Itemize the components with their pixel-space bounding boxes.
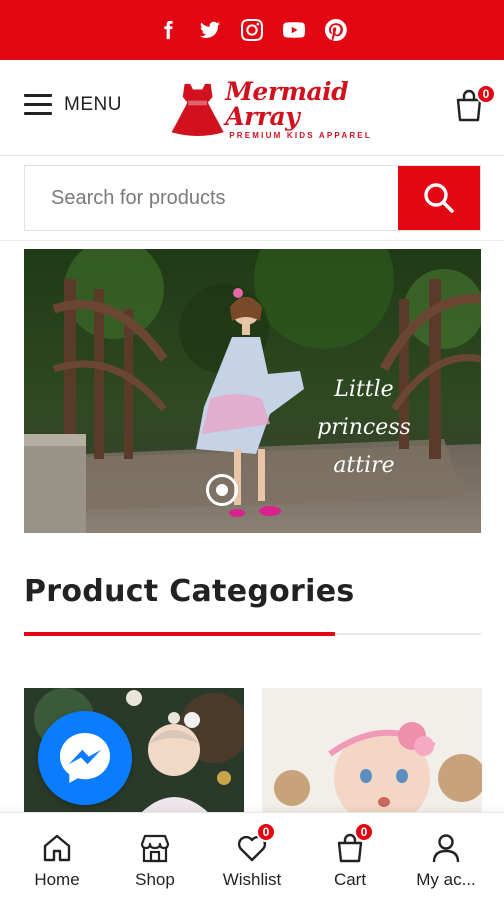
messenger-chat-button[interactable] — [38, 711, 132, 805]
site-header: MENU Mermaid Array PREMIUM KIDS APPAREL … — [0, 60, 504, 156]
nav-wishlist[interactable]: 0 Wishlist — [202, 813, 302, 900]
shopping-bag-icon: 0 — [334, 822, 374, 864]
cart-count-badge: 0 — [354, 822, 374, 842]
header-cart-button[interactable]: 0 — [454, 84, 496, 124]
nav-label: Wishlist — [222, 870, 282, 889]
hero-caption-line: attire — [333, 453, 395, 478]
search-icon — [424, 183, 454, 213]
dress-logo-icon — [171, 83, 224, 136]
instagram-icon[interactable] — [240, 18, 264, 42]
nav-shop[interactable]: Shop — [105, 813, 205, 900]
menu-button[interactable]: MENU — [24, 94, 122, 116]
logo-name: Mermaid Array — [225, 76, 349, 131]
pinterest-icon[interactable] — [324, 18, 348, 42]
search-input[interactable] — [25, 166, 398, 230]
section-title: Product Categories — [24, 574, 355, 609]
store-icon — [139, 832, 171, 864]
section-divider-accent — [24, 632, 335, 636]
nav-label: My ac... — [416, 870, 476, 889]
menu-label: MENU — [64, 94, 122, 115]
nav-account[interactable]: My ac... — [396, 813, 496, 900]
cart-count-badge: 0 — [476, 84, 496, 104]
youtube-icon[interactable] — [282, 18, 306, 42]
wishlist-count-badge: 0 — [256, 822, 276, 842]
nav-label: Cart — [333, 870, 367, 889]
category-image — [262, 688, 482, 818]
hero-caption: Little princess attire — [314, 371, 414, 485]
site-logo[interactable]: Mermaid Array PREMIUM KIDS APPAREL — [166, 78, 416, 140]
nav-label: Shop — [135, 870, 175, 889]
messenger-icon — [60, 733, 110, 783]
category-card[interactable] — [262, 688, 482, 818]
nav-home[interactable]: Home — [7, 813, 107, 900]
home-icon — [41, 832, 73, 864]
header-divider — [0, 240, 504, 241]
slider-dot[interactable] — [206, 474, 238, 506]
bottom-navigation: Home Shop 0 Wishlist 0 Cart My ac... — [0, 812, 504, 900]
search-bar — [24, 165, 481, 231]
user-icon — [430, 832, 462, 864]
twitter-icon[interactable] — [198, 18, 222, 42]
logo-tagline: PREMIUM KIDS APPAREL — [229, 130, 372, 140]
heart-icon: 0 — [236, 822, 276, 864]
search-button[interactable] — [398, 166, 480, 230]
hero-caption-line: princess — [317, 415, 411, 440]
social-bar — [0, 0, 504, 60]
facebook-icon[interactable] — [156, 18, 180, 42]
nav-label: Home — [34, 870, 80, 889]
hero-banner[interactable]: Little princess attire — [24, 249, 481, 533]
nav-cart[interactable]: 0 Cart — [300, 813, 400, 900]
hamburger-icon — [24, 94, 52, 116]
hero-caption-line: Little — [334, 377, 394, 402]
